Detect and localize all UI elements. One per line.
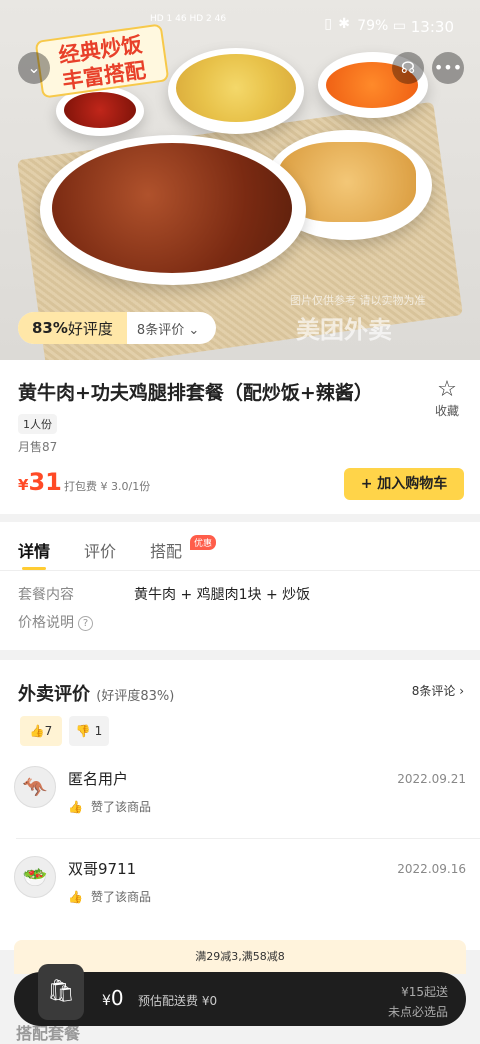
set-content-value: 黄牛肉 + 鸡腿肉1块 + 炒饭	[134, 587, 311, 603]
more-button[interactable]: •••	[432, 52, 464, 84]
thumbs-up-icon: 👍	[68, 800, 83, 814]
favorite-label: 收藏	[434, 404, 459, 418]
cart-icon[interactable]: 🛍	[38, 964, 84, 1020]
review-text: 赞了该商品	[90, 890, 151, 904]
review-text: 赞了该商品	[90, 800, 151, 814]
cart-bar[interactable]: 🛍 ¥0 预估配送费 ¥0 ¥15起送 未点必选品	[14, 964, 466, 1026]
service-button[interactable]: ☊	[392, 52, 424, 84]
cart-amount-value: 0	[110, 986, 124, 1010]
monthly-sales: 月售87	[18, 440, 58, 454]
chevron-down-icon: ⌄	[188, 322, 200, 338]
headset-icon: ☊	[400, 58, 416, 77]
good-rating: 83% 好评度	[18, 312, 127, 344]
currency-symbol: ¥	[18, 476, 29, 494]
bluetooth-icon: ✱	[338, 16, 350, 32]
cart-currency: ¥	[102, 993, 111, 1009]
min-order-amount: ¥15起送	[401, 985, 448, 999]
price-info-label: 价格说明	[18, 615, 74, 631]
stir-fried-beef	[52, 143, 292, 273]
thumbs-down-filter[interactable]: 👎 1	[69, 716, 109, 746]
set-content-label: 套餐内容	[18, 587, 74, 603]
food-avatar-icon: 🥗	[22, 865, 48, 889]
good-rating-value: 83%	[32, 319, 68, 337]
signal-icon: HD 1 46 HD 2 46	[150, 14, 227, 24]
review-date: 2022.09.21	[397, 772, 466, 786]
battery-level: 79% ▭	[357, 18, 406, 34]
thumbs-down-icon: 👎	[75, 724, 91, 738]
thumbs-up-filter[interactable]: 👍7	[20, 716, 62, 746]
question-icon: ?	[78, 616, 93, 631]
reviews-good-rate: (好评度83%)	[96, 689, 175, 704]
price-value: 31	[28, 468, 62, 496]
thumbs-up-count: 7	[44, 724, 53, 738]
clock: 13:30	[410, 18, 454, 36]
thumbs-up-icon: 👍	[29, 724, 45, 738]
cart-amount: ¥0	[102, 986, 124, 1010]
min-order-note: 未点必选品	[387, 1005, 448, 1019]
review-count-link[interactable]: 8条评价 ⌄	[127, 319, 199, 338]
review-like: 👍 赞了该商品	[68, 798, 151, 815]
vibrate-icon: ▯	[324, 16, 332, 32]
rating-chip[interactable]: 83% 好评度 8条评价 ⌄	[18, 312, 216, 344]
reviews-count-text: 8条评论	[411, 684, 456, 698]
thumbs-up-icon: 👍	[68, 890, 83, 904]
avatar: 🦘	[14, 766, 56, 808]
star-icon: ☆	[437, 377, 457, 402]
reviews-count-link[interactable]: 8条评论 ›	[412, 682, 464, 699]
add-to-cart-button[interactable]: + 加入购物车	[344, 468, 464, 500]
thumbs-down-count: 1	[94, 724, 103, 738]
tab-details[interactable]: 详情	[18, 538, 50, 570]
chevron-right-icon: ›	[459, 684, 464, 698]
status-bar: HD 1 46 HD 2 46 ▯ ✱ 79% ▭ 13:30	[0, 0, 480, 50]
good-rating-label: 好评度	[67, 319, 113, 338]
kangaroo-avatar-icon: 🦘	[22, 775, 48, 799]
product-title: 黄牛肉+功夫鸡腿排套餐（配炒饭+辣酱）	[18, 382, 373, 404]
tabs-divider	[0, 570, 480, 571]
battery-icon: ▭	[392, 18, 406, 34]
fried-rice	[176, 54, 296, 122]
portion-tag: 1人份	[18, 414, 57, 434]
avatar: 🥗	[14, 856, 56, 898]
more-dots-icon: •••	[433, 58, 463, 77]
review-count-text: 8条评价	[136, 322, 185, 338]
favorite-button[interactable]: ☆ 收藏	[432, 378, 462, 419]
review-user: 匿名用户	[68, 770, 129, 788]
back-button[interactable]: ⌄	[18, 52, 50, 84]
tab-reviews[interactable]: 评价	[84, 538, 116, 562]
promo-badge: 优惠	[190, 535, 217, 550]
chili-sauce	[64, 92, 136, 128]
detail-tabs: 详情 评价 搭配	[18, 538, 182, 570]
reviews-title: 外卖评价 (好评度83%)	[18, 680, 174, 706]
price-info-row[interactable]: 价格说明?	[18, 612, 93, 632]
review-divider	[16, 838, 480, 839]
min-order: ¥15起送 未点必选品	[388, 982, 448, 1022]
chevron-down-icon: ⌄	[27, 58, 41, 77]
review-like: 👍 赞了该商品	[68, 888, 151, 905]
watermark: 图片仅供参考 请以实物为准 美团外卖	[290, 292, 426, 345]
watermark-text: 美团外卖	[296, 316, 392, 344]
reviews-heading: 外卖评价	[18, 684, 90, 705]
battery-text: 79%	[357, 18, 389, 34]
review-user: 双哥9711	[68, 860, 137, 878]
packing-fee: 打包费 ¥ 3.0/1份	[64, 480, 151, 493]
watermark-note: 图片仅供参考 请以实物为准	[290, 294, 426, 307]
price: ¥31	[18, 468, 62, 496]
tab-combos[interactable]: 搭配	[150, 538, 182, 562]
review-date: 2022.09.16	[397, 862, 466, 876]
delivery-fee: 预估配送费 ¥0	[138, 994, 218, 1008]
